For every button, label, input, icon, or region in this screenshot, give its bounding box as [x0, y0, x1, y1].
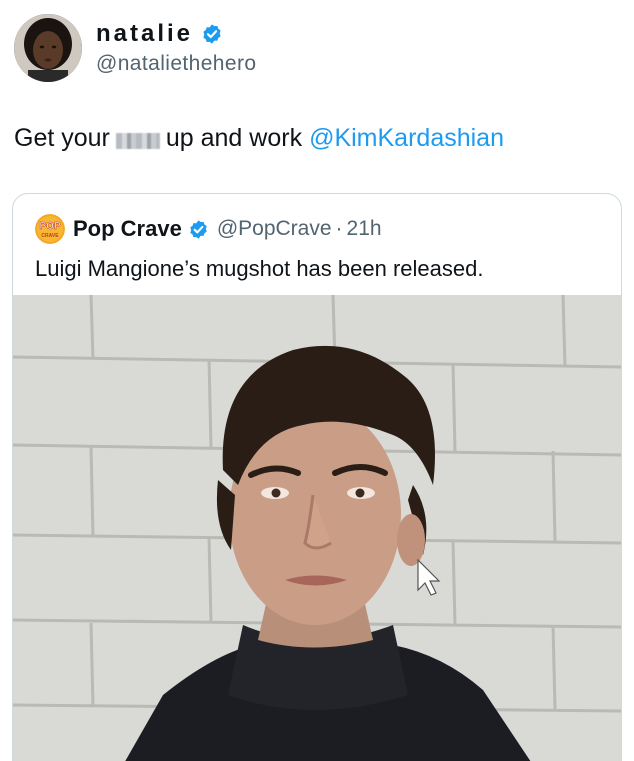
avatar-photo-icon — [14, 14, 82, 82]
mention-link[interactable]: @KimKardashian — [309, 124, 504, 153]
pop-crave-logo-icon[interactable]: POP CRAVE — [35, 214, 65, 244]
mugshot-photo-icon — [13, 295, 621, 761]
author-handle[interactable]: @nataliethehero — [96, 52, 256, 76]
tweet[interactable]: natalie @nataliethehero Get your up and … — [0, 0, 634, 761]
quoted-author-handle[interactable]: @PopCrave — [217, 217, 332, 241]
verified-badge-icon — [201, 23, 223, 45]
author-display-name[interactable]: natalie — [96, 20, 193, 48]
redacted-word — [115, 132, 160, 149]
pop-crave-logo-text-bottom: CRAVE — [41, 233, 59, 239]
tweet-text-part-1: Get your — [14, 124, 110, 152]
quoted-separator: · — [335, 217, 343, 240]
tweet-text-part-2: up and work — [165, 124, 303, 152]
quoted-tweet-header: POP CRAVE Pop Crave @PopCrave · 21h — [35, 214, 382, 244]
tweet-text: Get your up and work @KimKardashian — [14, 124, 504, 153]
author-avatar[interactable] — [14, 14, 82, 82]
pop-crave-logo-text-top: POP — [39, 221, 60, 232]
quoted-tweet-card[interactable]: POP CRAVE Pop Crave @PopCrave · 21h Luig… — [12, 193, 622, 761]
quoted-timestamp[interactable]: 21h — [347, 217, 382, 241]
quoted-verified-badge-icon — [188, 219, 209, 240]
quoted-tweet-text: Luigi Mangione’s mugshot has been releas… — [35, 256, 484, 281]
author-name-row: natalie — [96, 20, 223, 48]
quoted-tweet-media[interactable] — [13, 295, 621, 761]
quoted-author-name[interactable]: Pop Crave — [73, 216, 182, 242]
